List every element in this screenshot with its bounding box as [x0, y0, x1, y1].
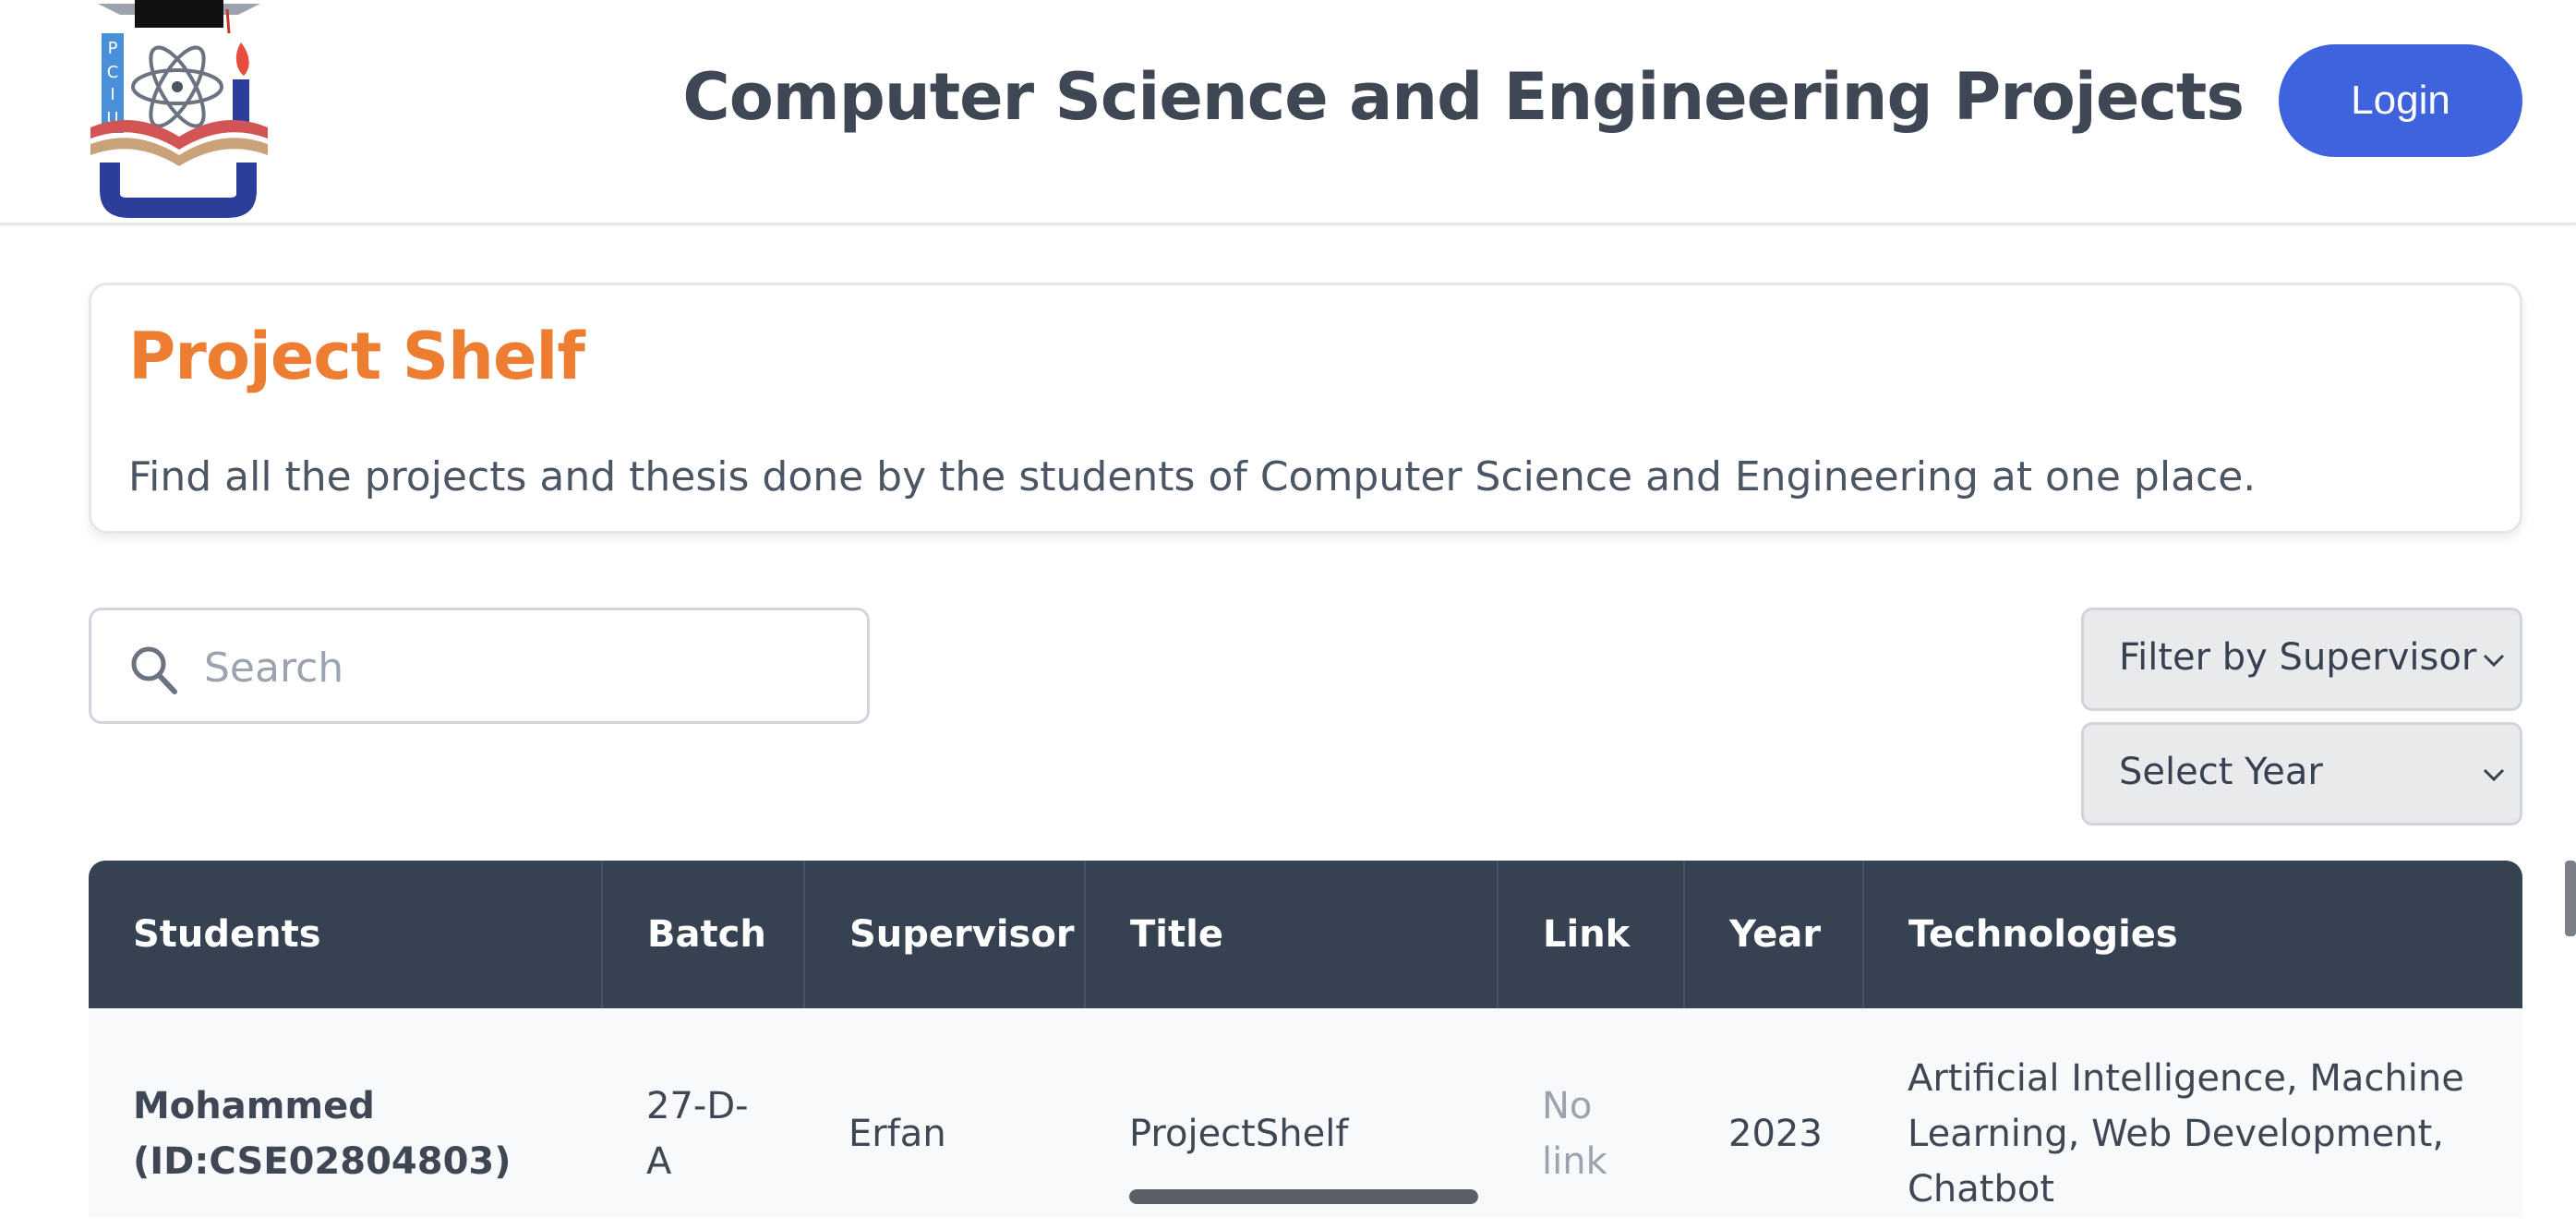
cell-link: No link: [1498, 1008, 1684, 1217]
cell-batch: 27-D- A: [602, 1008, 804, 1217]
table-row[interactable]: Mohammed (ID:CSE02804803) 27-D- A Erfan …: [89, 1008, 2522, 1217]
logo-letter: P: [108, 39, 118, 58]
link-text: No: [1542, 1085, 1593, 1127]
chevron-down-icon: [2483, 768, 2505, 782]
student-name: Mohammed: [133, 1085, 375, 1127]
table-header-row: Students Batch Supervisor Title Link Yea…: [89, 861, 2522, 1008]
link-text: link: [1542, 1140, 1607, 1183]
column-header-title[interactable]: Title: [1085, 861, 1499, 1008]
projects-table: Students Batch Supervisor Title Link Yea…: [89, 861, 2522, 1217]
search-box[interactable]: [89, 608, 870, 724]
pciu-logo: P C I U: [90, 0, 268, 218]
year-filter-select[interactable]: Select Year: [2081, 722, 2522, 825]
student-id: (ID:CSE02804803): [133, 1140, 512, 1183]
title-progress-fill: [1129, 1189, 1478, 1204]
login-button[interactable]: Login: [2279, 44, 2522, 157]
column-header-link[interactable]: Link: [1498, 861, 1685, 1008]
table-header: Students Batch Supervisor Title Link Yea…: [89, 861, 2522, 1008]
page-description: Find all the projects and thesis done by…: [128, 453, 2257, 500]
cell-technologies: Artificial Intelligence, Machine Learnin…: [1908, 1057, 2464, 1211]
supervisor-filter-select[interactable]: Filter by Supervisor: [2081, 608, 2522, 711]
column-header-batch[interactable]: Batch: [602, 861, 805, 1008]
batch-line: 27-D-: [646, 1085, 749, 1127]
project-title[interactable]: ProjectShelf: [1129, 1113, 1348, 1155]
page-title: Project Shelf: [128, 319, 585, 394]
site-title: Computer Science and Engineering Project…: [682, 59, 2245, 135]
batch-line: A: [646, 1140, 672, 1183]
table-scrollbar[interactable]: [2565, 861, 2576, 936]
search-icon: [131, 646, 177, 694]
search-input[interactable]: [204, 633, 832, 703]
chevron-down-icon: [2483, 654, 2505, 668]
site-header: P C I U Computer Science and Engineering…: [0, 0, 2576, 225]
column-header-technologies[interactable]: Technologies: [1863, 861, 2522, 1008]
supervisor-filter-label: Filter by Supervisor: [2119, 636, 2477, 679]
cell-student: Mohammed (ID:CSE02804803): [89, 1008, 602, 1217]
cell-supervisor: Erfan: [849, 1113, 946, 1155]
title-progress-bar: [1129, 1189, 1478, 1204]
intro-card: Project Shelf Find all the projects and …: [89, 283, 2522, 534]
column-header-students[interactable]: Students: [89, 861, 603, 1008]
cell-year: 2023: [1728, 1113, 1823, 1155]
logo-letter: C: [107, 63, 119, 82]
cell-title: ProjectShelf: [1085, 1008, 1498, 1217]
projects-table-container: Students Batch Supervisor Title Link Yea…: [89, 861, 2522, 1229]
column-header-year[interactable]: Year: [1684, 861, 1864, 1008]
year-filter-label: Select Year: [2119, 751, 2323, 793]
column-header-supervisor[interactable]: Supervisor: [804, 861, 1086, 1008]
logo-letter: I: [110, 85, 114, 104]
